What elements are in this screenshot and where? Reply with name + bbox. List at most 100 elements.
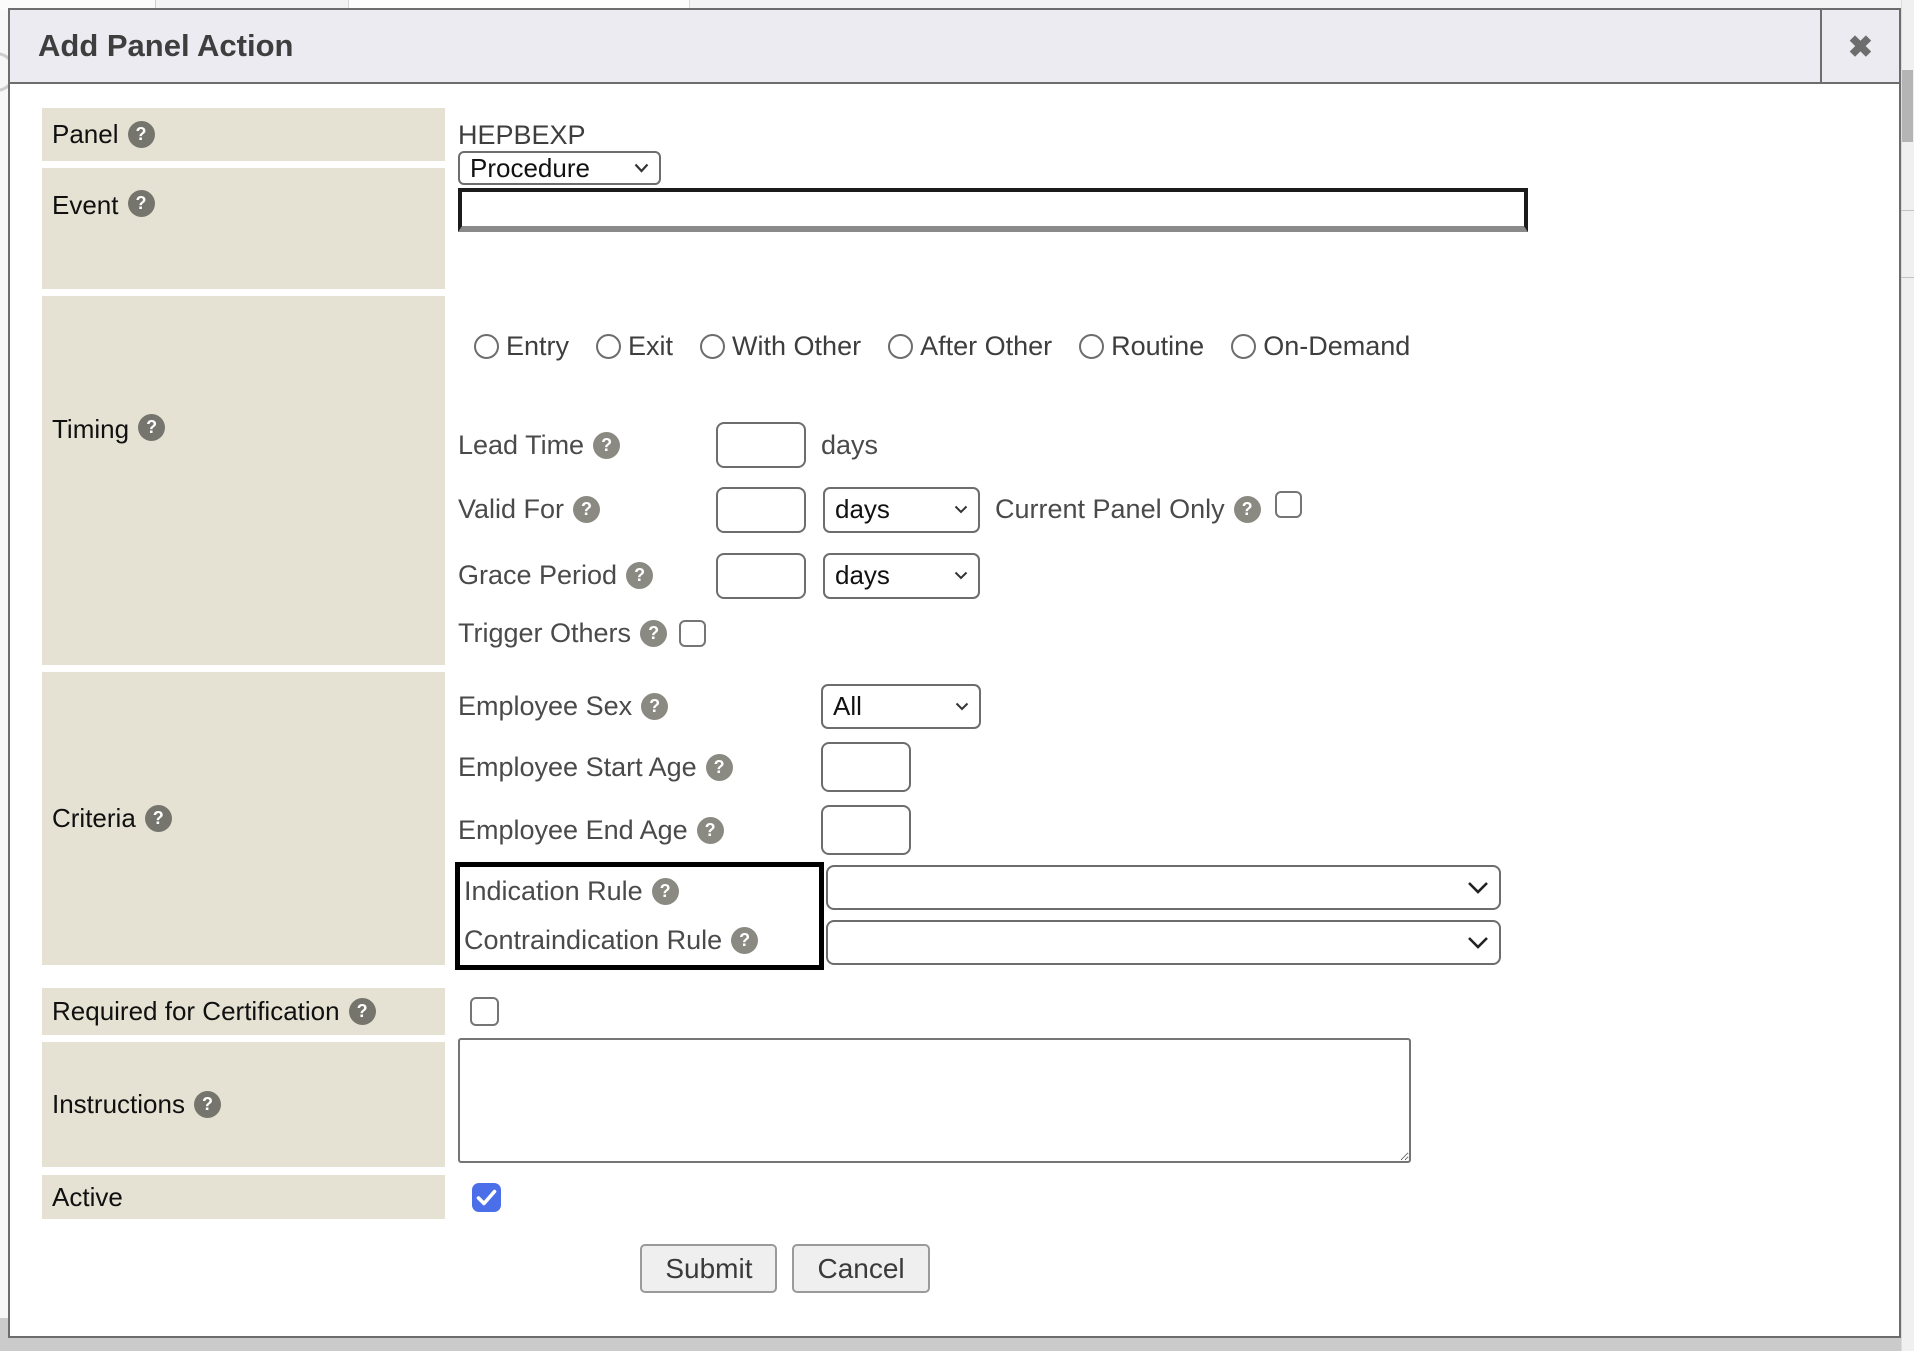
active-label: Active — [52, 1182, 123, 1213]
check-icon — [476, 1189, 497, 1206]
cancel-button[interactable]: Cancel — [792, 1244, 929, 1293]
employee-start-age-row: Employee Start Age ? — [458, 742, 1899, 792]
employee-end-age-input[interactable] — [821, 805, 911, 855]
page-scrollbar[interactable] — [1901, 0, 1914, 1351]
trigger-others-help-icon[interactable]: ? — [640, 620, 667, 647]
required-for-certification-row: Required for Certification ? — [42, 988, 1899, 1035]
timing-label-cell: Timing ? — [42, 296, 445, 665]
valid-for-help-icon[interactable]: ? — [573, 496, 600, 523]
radio-icon[interactable] — [888, 334, 913, 359]
valid-for-label: Valid For — [458, 494, 564, 525]
chevron-down-icon — [954, 571, 968, 580]
scrollbar-divider — [1901, 210, 1914, 211]
contraindication-rule-select[interactable] — [826, 920, 1501, 965]
lead-time-help-icon[interactable]: ? — [593, 432, 620, 459]
scrollbar-thumb[interactable] — [1902, 70, 1913, 142]
valid-for-unit-select[interactable]: days — [823, 487, 980, 533]
submit-button[interactable]: Submit — [640, 1244, 777, 1293]
employee-sex-label: Employee Sex — [458, 691, 632, 722]
lead-time-unit: days — [821, 430, 878, 461]
employee-end-age-row: Employee End Age ? — [458, 805, 1899, 855]
current-panel-only-label: Current Panel Only — [995, 494, 1225, 525]
instructions-help-icon[interactable]: ? — [194, 1091, 221, 1118]
indication-rule-help-icon[interactable]: ? — [652, 878, 679, 905]
contraindication-rule-label: Contraindication Rule — [464, 925, 722, 956]
lead-time-row: Lead Time ? days — [458, 422, 1899, 468]
chevron-down-icon — [1467, 936, 1489, 949]
trigger-others-label: Trigger Others — [458, 618, 631, 649]
grace-period-row: Grace Period ? days — [458, 552, 1899, 599]
employee-sex-row: Employee Sex ? All — [458, 684, 1899, 729]
radio-routine[interactable]: Routine — [1079, 331, 1204, 362]
radio-icon[interactable] — [596, 334, 621, 359]
trigger-others-checkbox[interactable] — [679, 620, 706, 647]
timing-help-icon[interactable]: ? — [138, 414, 165, 441]
indication-rule-select[interactable] — [826, 865, 1501, 910]
required-for-certification-checkbox[interactable] — [470, 997, 499, 1026]
employee-end-age-help-icon[interactable]: ? — [697, 817, 724, 844]
valid-for-row: Valid For ? days Current — [458, 486, 1899, 533]
event-label-cell: Event ? — [42, 168, 445, 289]
page: os 5 rows ) Add Panel Action ✖ Panel ? H… — [0, 0, 1914, 1351]
radio-icon[interactable] — [1231, 334, 1256, 359]
panel-label: Panel — [52, 119, 119, 150]
active-label-cell: Active — [42, 1175, 445, 1219]
trigger-others-row: Trigger Others ? — [458, 617, 1899, 649]
panel-help-icon[interactable]: ? — [128, 121, 155, 148]
current-panel-only-help-icon[interactable]: ? — [1234, 496, 1261, 523]
radio-on-demand[interactable]: On-Demand — [1231, 331, 1410, 362]
event-type-select-value: Procedure — [470, 153, 590, 184]
event-help-icon[interactable]: ? — [128, 190, 155, 217]
event-type-select[interactable]: Procedure — [458, 151, 661, 185]
timing-row: Timing ? Entry Exit — [42, 296, 1899, 665]
close-icon[interactable]: ✖ — [1820, 10, 1899, 84]
instructions-textarea[interactable] — [458, 1038, 1411, 1163]
employee-start-age-input[interactable] — [821, 742, 911, 792]
radio-entry[interactable]: Entry — [474, 331, 569, 362]
valid-for-input[interactable] — [716, 487, 806, 533]
event-label: Event — [52, 190, 119, 221]
grace-period-input[interactable] — [716, 553, 806, 599]
chevron-down-icon — [634, 163, 649, 173]
employee-end-age-label: Employee End Age — [458, 815, 688, 846]
radio-icon[interactable] — [1079, 334, 1104, 359]
criteria-label-cell: Criteria ? — [42, 672, 445, 965]
instructions-label-cell: Instructions ? — [42, 1042, 445, 1167]
employee-start-age-help-icon[interactable]: ? — [706, 754, 733, 781]
employee-sex-help-icon[interactable]: ? — [641, 693, 668, 720]
lead-time-label: Lead Time — [458, 430, 584, 461]
instructions-label: Instructions — [52, 1089, 185, 1120]
event-search-input[interactable] — [458, 188, 1528, 232]
radio-icon[interactable] — [474, 334, 499, 359]
add-panel-action-dialog: Add Panel Action ✖ Panel ? HEPBEXP Event… — [8, 8, 1901, 1338]
criteria-help-icon[interactable]: ? — [145, 805, 172, 832]
current-panel-only-checkbox[interactable] — [1275, 491, 1302, 518]
dialog-header: Add Panel Action ✖ — [10, 10, 1899, 84]
dialog-buttons: Submit Cancel — [42, 1244, 1528, 1293]
rules-highlight-box: Indication Rule ? Contraindication Rule … — [455, 862, 824, 970]
chevron-down-icon — [1467, 881, 1489, 894]
chevron-down-icon — [954, 505, 968, 514]
dialog-body: Panel ? HEPBEXP Event ? Procedure — [10, 84, 1899, 1293]
criteria-label: Criteria — [52, 803, 136, 834]
radio-with-other[interactable]: With Other — [700, 331, 861, 362]
employee-sex-select[interactable]: All — [821, 684, 981, 729]
grace-period-unit-select[interactable]: days — [823, 553, 980, 599]
instructions-row: Instructions ? — [42, 1042, 1899, 1168]
required-for-certification-help-icon[interactable]: ? — [349, 998, 376, 1025]
lead-time-input[interactable] — [716, 422, 806, 468]
radio-exit[interactable]: Exit — [596, 331, 673, 362]
active-checkbox[interactable] — [472, 1183, 501, 1212]
contraindication-rule-help-icon[interactable]: ? — [731, 927, 758, 954]
radio-after-other[interactable]: After Other — [888, 331, 1052, 362]
grace-period-help-icon[interactable]: ? — [626, 562, 653, 589]
rules-block: Indication Rule ? Contraindication Rule … — [455, 862, 1899, 970]
required-for-certification-label-cell: Required for Certification ? — [42, 988, 445, 1035]
employee-start-age-label: Employee Start Age — [458, 752, 697, 783]
grace-period-label: Grace Period — [458, 560, 617, 591]
scrollbar-divider — [1901, 277, 1914, 278]
event-row: Event ? Procedure — [42, 168, 1899, 289]
timing-label: Timing — [52, 414, 129, 445]
dialog-title: Add Panel Action — [10, 28, 293, 64]
radio-icon[interactable] — [700, 334, 725, 359]
